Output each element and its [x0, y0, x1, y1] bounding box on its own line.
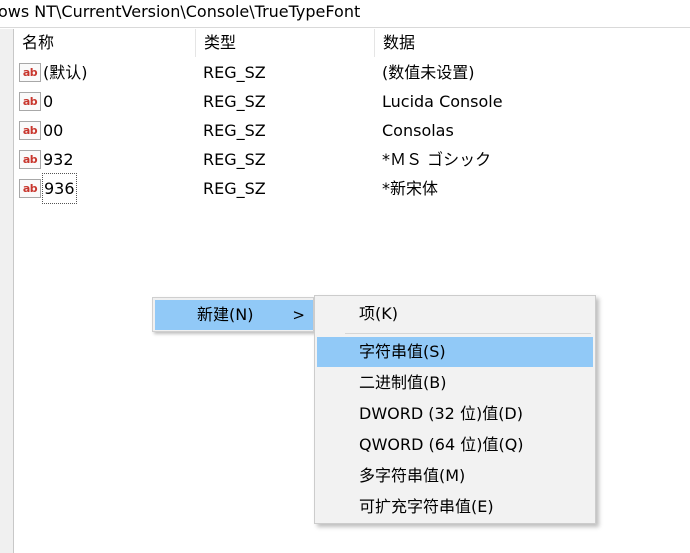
- submenu-item-label: 项(K): [359, 304, 398, 323]
- address-path: ows NT\CurrentVersion\Console\TrueTypeFo…: [0, 2, 361, 21]
- submenu-item-string-value[interactable]: 字符串值(S): [317, 337, 593, 367]
- table-row[interactable]: ab (默认) REG_SZ (数值未设置): [14, 58, 690, 87]
- column-header-data[interactable]: 数据: [375, 29, 690, 57]
- value-name-focused: 936: [42, 173, 77, 204]
- value-list: ab (默认) REG_SZ (数值未设置) ab 0 REG_SZ Lucid…: [14, 58, 690, 204]
- value-name-cell: ab 936: [19, 173, 77, 204]
- address-bar[interactable]: ows NT\CurrentVersion\Console\TrueTypeFo…: [0, 0, 690, 28]
- value-data: Lucida Console: [382, 92, 503, 111]
- value-type: REG_SZ: [203, 92, 266, 111]
- submenu-item-dword-value[interactable]: DWORD (32 位)值(D): [317, 399, 593, 429]
- value-data: *ＭＳ ゴシック: [382, 150, 492, 169]
- value-name-cell: ab (默认): [19, 58, 88, 87]
- tree-pane-edge[interactable]: [0, 29, 14, 553]
- submenu-item-binary-value[interactable]: 二进制值(B): [317, 368, 593, 398]
- value-type: REG_SZ: [203, 179, 266, 198]
- value-type: REG_SZ: [203, 63, 266, 82]
- value-data: (数值未设置): [382, 63, 475, 82]
- table-row[interactable]: ab 0 REG_SZ Lucida Console: [14, 87, 690, 116]
- value-name-cell: ab 00: [19, 116, 63, 145]
- column-header-name[interactable]: 名称: [14, 29, 196, 57]
- submenu-item-key[interactable]: 项(K): [317, 299, 593, 329]
- submenu-item-label: 可扩充字符串值(E): [359, 497, 494, 516]
- submenu-item-qword-value[interactable]: QWORD (64 位)值(Q): [317, 430, 593, 460]
- menu-item-new-label: 新建(N): [197, 305, 254, 324]
- value-type: REG_SZ: [203, 121, 266, 140]
- new-submenu: 项(K) 字符串值(S) 二进制值(B) DWORD (32 位)值(D) QW…: [314, 295, 596, 524]
- submenu-item-label: QWORD (64 位)值(Q): [359, 435, 524, 454]
- value-name-cell: ab 0: [19, 87, 53, 116]
- submenu-item-label: 二进制值(B): [359, 373, 447, 392]
- submenu-item-multi-string-value[interactable]: 多字符串值(M): [317, 461, 593, 491]
- table-row[interactable]: ab 936 REG_SZ *新宋体: [14, 173, 690, 204]
- submenu-arrow-icon: >: [292, 306, 305, 324]
- menu-separator: [345, 333, 591, 334]
- value-name-cell: ab 932: [19, 145, 74, 174]
- string-value-icon: ab: [19, 150, 41, 169]
- submenu-item-label: DWORD (32 位)值(D): [359, 404, 523, 423]
- submenu-item-expandable-string-value[interactable]: 可扩充字符串值(E): [317, 492, 593, 522]
- value-type: REG_SZ: [203, 150, 266, 169]
- string-value-icon: ab: [19, 121, 41, 140]
- table-row[interactable]: ab 00 REG_SZ Consolas: [14, 116, 690, 145]
- value-data: *新宋体: [382, 179, 439, 198]
- menu-item-new[interactable]: 新建(N) >: [155, 300, 313, 330]
- string-value-icon: ab: [19, 179, 41, 198]
- context-menu: 新建(N) >: [152, 297, 314, 332]
- value-data: Consolas: [382, 121, 454, 140]
- value-name: 0: [43, 92, 54, 111]
- column-header-type[interactable]: 类型: [196, 29, 375, 57]
- string-value-icon: ab: [19, 92, 41, 111]
- value-name: 00: [43, 121, 64, 140]
- table-row[interactable]: ab 932 REG_SZ *ＭＳ ゴシック: [14, 145, 690, 174]
- string-value-icon: ab: [19, 63, 41, 82]
- column-header: 名称 类型 数据: [14, 29, 690, 57]
- value-name: (默认): [43, 63, 88, 82]
- submenu-item-label: 字符串值(S): [359, 342, 446, 361]
- value-name: 932: [43, 150, 74, 169]
- submenu-item-label: 多字符串值(M): [359, 466, 466, 485]
